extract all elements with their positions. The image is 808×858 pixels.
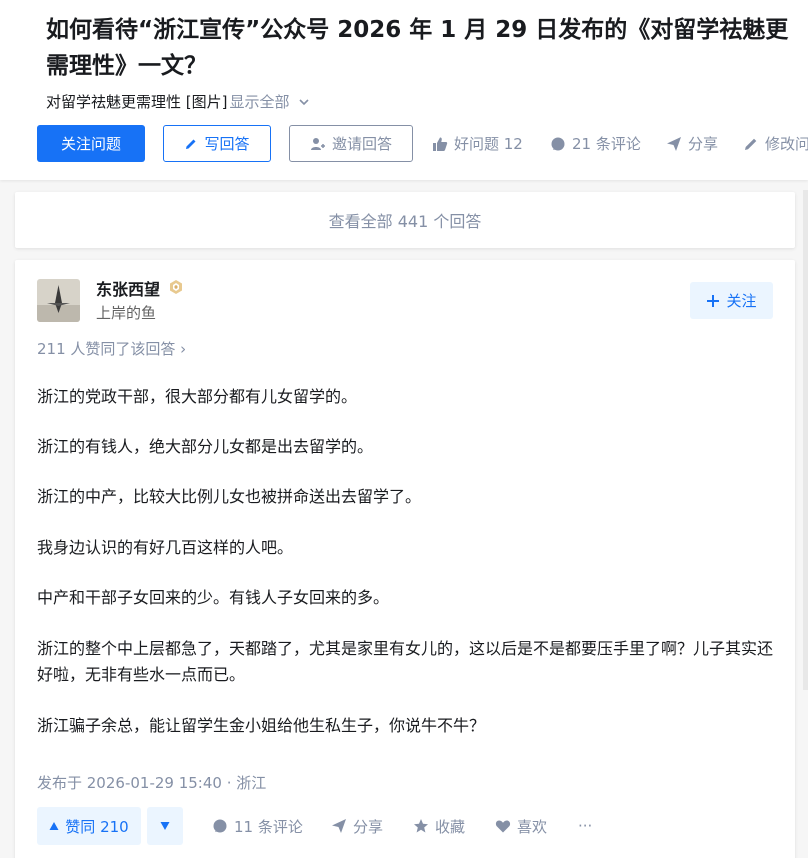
view-all-answers-label: 查看全部 441 个回答: [328, 212, 482, 231]
upvote-button[interactable]: 赞同 210: [37, 807, 141, 845]
edit-question-label: 修改问: [765, 135, 808, 153]
question-header: 如何看待“浙江宣传”公众号 2026 年 1 月 29 日发布的《对留学祛魅更需…: [0, 0, 808, 180]
answer-paragraph: 浙江骗子余总，能让留学生金小姐给他生私生子，你说牛不牛？: [37, 716, 486, 735]
like-button[interactable]: 喜欢: [495, 807, 547, 845]
badge-icon: [170, 280, 182, 294]
answer-comments-label: 11 条评论: [234, 817, 303, 836]
more-actions-button[interactable]: ···: [578, 807, 592, 845]
answer-paragraph: 中产和干部子女回来的少。有钱人子女回来的多。: [37, 588, 390, 607]
votes-summary-link[interactable]: 211 人赞同了该回答 ›: [37, 338, 186, 359]
share-icon: [332, 819, 346, 833]
question-share-button[interactable]: 分享: [666, 125, 718, 162]
show-all-link[interactable]: 显示全部: [229, 91, 289, 112]
invite-answer-button[interactable]: 邀请回答: [289, 125, 413, 162]
comment-icon: [213, 819, 227, 833]
edit-question-button[interactable]: 修改问: [743, 125, 808, 162]
answer-card: 东张西望 上岸的鱼 关注 211 人赞同了该回答 › 浙江的党政干部，很大部分都…: [15, 260, 795, 858]
pen-icon: [745, 138, 757, 150]
follow-question-label: 关注问题: [60, 135, 121, 153]
invite-answer-label: 邀请回答: [331, 135, 392, 153]
more-icon: ···: [578, 817, 593, 835]
thumbs-up-icon: [433, 137, 448, 151]
answer-paragraph: 浙江的整个中上层都急了，天都踏了，尤其是家里有女儿的，这以后是不是都要压手里了啊…: [37, 639, 774, 684]
upvote-label: 赞同 210: [65, 817, 129, 836]
answer-paragraph: 浙江的党政干部，很大部分都有儿女留学的。: [37, 387, 358, 406]
avatar[interactable]: [37, 279, 80, 322]
follow-question-button[interactable]: 关注问题: [37, 125, 145, 162]
favorite-button[interactable]: 收藏: [413, 807, 465, 845]
triangle-up-icon: [49, 822, 59, 830]
question-share-label: 分享: [688, 135, 719, 153]
plus-icon: [707, 294, 720, 307]
chevron-down-icon[interactable]: [298, 96, 310, 108]
like-label: 喜欢: [517, 817, 548, 836]
good-question-button[interactable]: 好问题 12: [432, 125, 523, 162]
follow-user-button[interactable]: 关注: [690, 282, 773, 319]
publish-time[interactable]: 发布于 2026-01-29 15:40 · 浙江: [37, 772, 266, 793]
author-name[interactable]: 东张西望: [96, 276, 160, 300]
answer-share-label: 分享: [353, 817, 384, 836]
good-question-label: 好问题 12: [454, 135, 523, 153]
answer-paragraph: 浙江的有钱人，绝大部分儿女都是出去留学的。: [37, 437, 374, 456]
star-icon: [414, 819, 428, 833]
invite-user-icon: [310, 137, 325, 150]
question-title[interactable]: 如何看待“浙江宣传”公众号 2026 年 1 月 29 日发布的《对留学祛魅更需…: [46, 12, 806, 84]
downvote-button[interactable]: [147, 807, 183, 845]
follow-user-label: 关注: [726, 292, 757, 310]
heart-icon: [495, 820, 511, 833]
triangle-down-icon: [160, 822, 170, 830]
answer-paragraph: 浙江的中产，比较大比例儿女也被拼命送出去留学了。: [37, 487, 422, 506]
answer-comments-button[interactable]: 11 条评论: [212, 807, 303, 845]
answer-paragraph: 我身边认识的有好几百这样的人吧。: [37, 538, 294, 557]
favorite-label: 收藏: [435, 817, 466, 836]
author-bio: 上岸的鱼: [96, 304, 157, 322]
avatar-image: [37, 279, 80, 322]
question-detail-text: 对留学祛魅更需理性 [图片]: [46, 93, 228, 111]
pen-icon: [186, 139, 196, 149]
comment-icon: [551, 137, 565, 150]
question-detail: 对留学祛魅更需理性 [图片] 显示全部: [46, 91, 310, 112]
scrollbar-edge[interactable]: [803, 190, 808, 690]
question-comments-button[interactable]: 21 条评论: [550, 125, 641, 162]
write-answer-button[interactable]: 写回答: [163, 125, 271, 162]
view-all-answers-button[interactable]: 查看全部 441 个回答: [15, 192, 795, 248]
share-icon: [667, 136, 681, 151]
write-answer-label: 写回答: [204, 135, 250, 153]
answer-share-button[interactable]: 分享: [331, 807, 383, 845]
question-comments-label: 21 条评论: [572, 135, 641, 153]
